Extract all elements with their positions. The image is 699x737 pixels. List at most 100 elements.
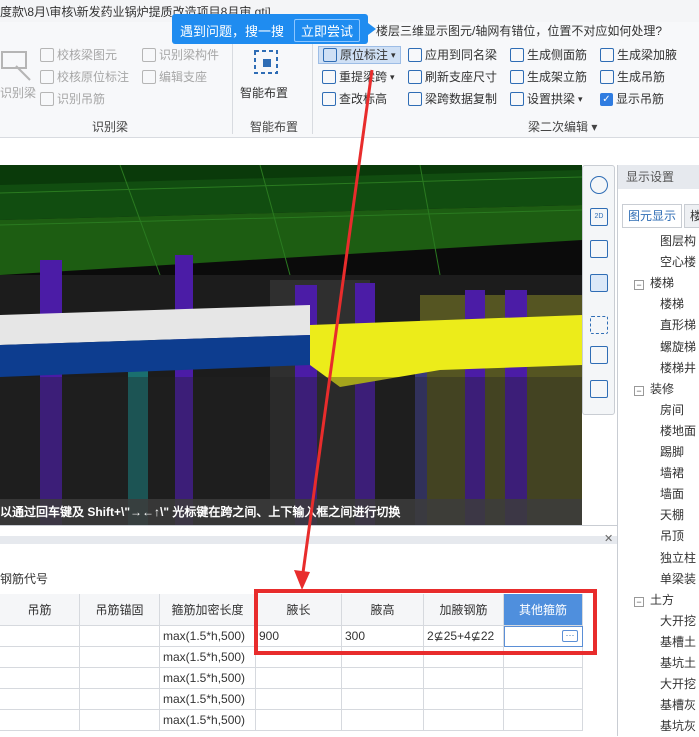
show-hanger-checkbox[interactable]: ✓ 显示吊筋 <box>600 90 664 108</box>
refresh-support-size-button[interactable]: 刷新支座尺寸 <box>408 68 497 86</box>
table-cell[interactable]: max(1.5*h,500) <box>160 710 256 731</box>
collapse-icon[interactable]: − <box>634 280 644 291</box>
table-cell[interactable] <box>342 668 424 689</box>
tree-item-label: 螺旋梯 <box>660 339 697 354</box>
display-settings-icon[interactable] <box>590 380 608 398</box>
gen-hanger-button[interactable]: 生成吊筋 <box>600 68 665 86</box>
tree-item[interactable]: 螺旋梯 <box>660 337 696 358</box>
table-cell[interactable] <box>424 689 504 710</box>
table-cell[interactable]: max(1.5*h,500) <box>160 647 256 668</box>
column-header[interactable]: 吊筋 <box>0 594 80 626</box>
identify-hanger-button[interactable]: 识别吊筋 <box>40 90 105 108</box>
table-cell[interactable] <box>0 689 80 710</box>
tree-item[interactable]: − 楼梯 <box>634 273 674 294</box>
table-cell[interactable] <box>0 710 80 731</box>
tree-item[interactable]: 大开挖 <box>660 611 696 632</box>
table-cell[interactable]: 900 <box>256 626 342 647</box>
table-cell[interactable] <box>80 710 160 731</box>
ellipsis-button[interactable]: ··· <box>562 630 578 642</box>
table-cell[interactable]: max(1.5*h,500) <box>160 689 256 710</box>
table-cell[interactable] <box>256 647 342 668</box>
checkbox-checked-icon: ✓ <box>600 92 613 106</box>
table-cell[interactable] <box>424 668 504 689</box>
tree-item[interactable]: 基槽灰 <box>660 695 696 716</box>
table-cell[interactable]: 2⊈25+4⊈22 <box>424 626 504 647</box>
tree-item[interactable]: 大开挖 <box>660 674 696 695</box>
table-cell[interactable] <box>80 647 160 668</box>
gen-side-rebar-button[interactable]: 生成侧面筋 <box>510 46 587 64</box>
orbit-icon[interactable] <box>590 176 608 194</box>
table-cell[interactable] <box>504 668 583 689</box>
column-header[interactable]: 吊筋锚固 <box>80 594 160 626</box>
3d-cube-icon[interactable] <box>590 240 608 258</box>
collapse-icon[interactable]: − <box>634 596 644 607</box>
tree-item[interactable]: − 土方 <box>634 590 674 611</box>
table-cell[interactable] <box>504 647 583 668</box>
fit-view-icon[interactable] <box>590 316 608 334</box>
tree-item[interactable]: 踢脚 <box>660 442 684 463</box>
table-cell[interactable] <box>0 668 80 689</box>
table-cell[interactable] <box>504 689 583 710</box>
table-cell[interactable] <box>80 626 160 647</box>
tab-floor-display[interactable]: 楼 <box>684 204 699 228</box>
table-cell[interactable] <box>424 710 504 731</box>
column-header[interactable]: 箍筋加密长度 <box>160 594 256 626</box>
tree-item-label: 房间 <box>660 402 685 417</box>
smart-layout-button[interactable]: 智能布置 <box>240 44 294 104</box>
table-cell[interactable] <box>0 626 80 647</box>
try-now-button[interactable]: 立即尝试 <box>294 19 361 42</box>
edit-support-button[interactable]: 编辑支座 <box>142 68 207 86</box>
gen-erection-rebar-button[interactable]: 生成架立筋 <box>510 68 587 86</box>
tab-element-display[interactable]: 图元显示 <box>622 204 683 228</box>
tree-item[interactable]: 楼梯 <box>660 294 684 315</box>
table-cell[interactable]: max(1.5*h,500) <box>160 626 256 647</box>
tree-item[interactable]: 独立柱 <box>660 548 696 569</box>
identify-beam-component-button[interactable]: 识别梁构件 <box>142 46 219 64</box>
tree-item[interactable]: 房间 <box>660 400 684 421</box>
column-header[interactable]: 其他箍筋 <box>504 594 583 626</box>
table-cell[interactable]: ··· <box>504 626 583 647</box>
tree-item[interactable]: 基槽土 <box>660 632 696 653</box>
collapse-icon[interactable]: − <box>634 385 644 396</box>
tree-item[interactable]: 墙裙 <box>660 463 684 484</box>
tree-item[interactable]: 天棚 <box>660 505 684 526</box>
set-arch-beam-button[interactable]: 设置拱梁 ▾ <box>510 90 583 108</box>
table-cell[interactable]: 300 <box>342 626 424 647</box>
table-cell[interactable] <box>256 689 342 710</box>
tree-item[interactable]: 楼地面 <box>660 421 696 442</box>
2d-view-icon[interactable]: 2D <box>590 208 608 226</box>
check-beam-elements-button[interactable]: 校核梁图元 <box>40 46 117 64</box>
table-cell[interactable] <box>80 689 160 710</box>
tree-item[interactable]: 吊顶 <box>660 526 684 547</box>
table-cell[interactable] <box>80 668 160 689</box>
tree-item-label: 墙裙 <box>660 466 685 481</box>
tree-item[interactable]: 基坑灰 <box>660 716 696 737</box>
tree-item[interactable]: 单梁装 <box>660 569 696 590</box>
span-data-copy-button[interactable]: 梁跨数据复制 <box>408 90 497 108</box>
table-cell[interactable] <box>342 710 424 731</box>
check-original-annotation-button[interactable]: 校核原位标注 <box>40 68 129 86</box>
table-cell[interactable]: max(1.5*h,500) <box>160 668 256 689</box>
search-question-text[interactable]: 楼层三维显示图元/轴网有错位，位置不对应如何处理? <box>376 22 662 39</box>
tree-item[interactable]: 基坑土 <box>660 653 696 674</box>
tree-item[interactable]: − 装修 <box>634 379 674 400</box>
identify-beam-big-button[interactable]: 识别梁 <box>0 44 38 104</box>
tree-item[interactable]: 楼梯井 <box>660 358 696 379</box>
tree-item[interactable]: 直形梯 <box>660 315 696 336</box>
dynamic-observe-icon[interactable] <box>590 346 608 364</box>
table-cell[interactable] <box>342 647 424 668</box>
column-header[interactable]: 加腋钢筋 <box>424 594 504 626</box>
table-cell[interactable] <box>504 710 583 731</box>
cube-view-icon[interactable] <box>590 274 608 292</box>
gen-haunch-button[interactable]: 生成梁加腋 <box>600 46 677 64</box>
close-icon[interactable]: ✕ <box>604 532 613 545</box>
tree-item[interactable]: 墙面 <box>660 484 684 505</box>
table-cell[interactable] <box>0 647 80 668</box>
table-cell[interactable] <box>256 668 342 689</box>
tree-item[interactable]: 图层构 <box>660 231 696 252</box>
table-cell[interactable] <box>342 689 424 710</box>
table-cell[interactable] <box>256 710 342 731</box>
tree-item[interactable]: 空心楼 <box>660 252 696 273</box>
apply-same-beam-button[interactable]: 应用到同名梁 <box>408 46 497 64</box>
table-cell[interactable] <box>424 647 504 668</box>
